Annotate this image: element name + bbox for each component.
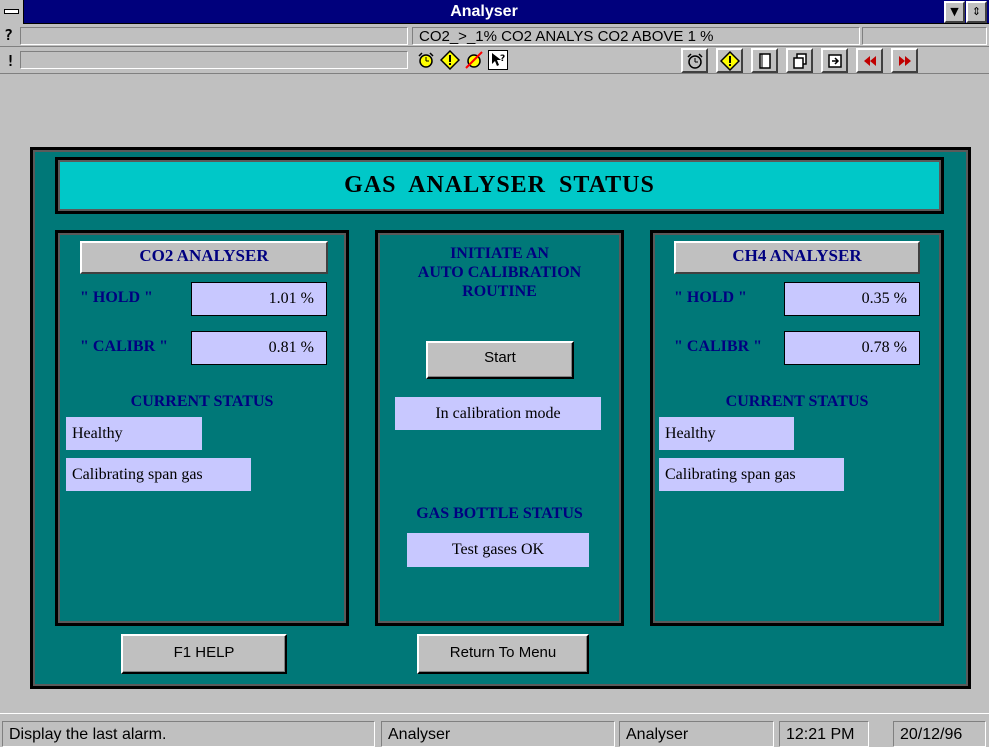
alarm-clock-button[interactable] [681,48,708,73]
fast-forward-icon [898,55,911,66]
window-title: Analyser [450,3,518,20]
ch4-hold-label: " HOLD " [674,289,747,306]
co2-calibr-label: " CALIBR " [80,338,168,355]
ch4-status-heading: CURRENT STATUS [725,393,869,410]
fast-forward-button[interactable] [891,48,918,73]
status-bar: Display the last alarm. Analyser Analyse… [0,713,989,747]
page-title: GAS ANALYSER STATUS [344,172,655,198]
co2-calibr-value: 0.81 % [191,331,327,365]
start-calibration-button[interactable]: Start [426,341,574,379]
alarm-clock-icon[interactable] [414,49,438,71]
f1-help-button[interactable]: F1 HELP [121,634,287,674]
alarm-row: ? CO2_>_1% CO2 ANALYS CO2 ABOVE 1 % [0,25,989,47]
title-bar: Analyser ▼ ⇕ [0,0,989,24]
gas-bottle-status: Test gases OK [407,533,589,567]
status-message: Display the last alarm. [2,721,375,747]
svg-text:?: ? [500,54,505,64]
co2-hold-label: " HOLD " [80,289,153,306]
system-menu-button[interactable] [0,0,24,24]
return-to-menu-button[interactable]: Return To Menu [417,634,589,674]
export-icon [827,53,842,68]
co2-status-calibrating: Calibrating span gas [66,458,251,491]
status-date: 20/12/96 [893,721,986,747]
alarm-off-icon[interactable] [462,49,486,71]
alarm-extra-field [862,27,987,45]
alarm-clock-icon [686,52,703,69]
ch4-status-healthy: Healthy [659,417,794,450]
co2-analyser-title: CO2 ANALYSER [80,241,328,274]
ch4-calibr-label: " CALIBR " [674,338,762,355]
copy-windows-button[interactable] [786,48,813,73]
rewind-button[interactable] [856,48,883,73]
question-icon: ? [4,26,14,44]
calibration-heading-line2: AUTO CALIBRATION [417,264,582,281]
warning-diamond-icon[interactable] [438,49,462,71]
warning-diamond-icon [719,50,740,71]
dropdown-arrow-icon: ▼ [950,5,959,18]
restore-button[interactable]: ⇕ [966,1,987,23]
rewind-icon [863,55,876,66]
ch4-status-calibrating: Calibrating span gas [659,458,844,491]
last-alarm-text: CO2_>_1% CO2 ANALYS CO2 ABOVE 1 % [412,27,860,45]
status-cell-app: Analyser [381,721,615,747]
copy-windows-icon [792,52,807,69]
status-cell-display: Analyser [619,721,774,747]
toolbar-row: ! ? [0,47,989,74]
co2-status-healthy: Healthy [66,417,202,450]
page-header: GAS ANALYSER STATUS [55,157,944,214]
message-field [20,51,408,69]
document-button[interactable] [751,48,778,73]
calibration-mode-text: In calibration mode [395,397,601,430]
co2-hold-value: 1.01 % [191,282,327,316]
ch4-analyser-title: CH4 ANALYSER [674,241,920,274]
help-pointer-icon[interactable]: ? [488,50,508,70]
calibration-heading: INITIATE AN AUTO CALIBRATION ROUTINE [375,244,624,301]
status-time: 12:21 PM [779,721,869,747]
co2-status-heading: CURRENT STATUS [130,393,274,410]
document-icon [758,52,771,69]
calibration-heading-line1: INITIATE AN [450,245,549,262]
restore-arrows-icon: ⇕ [971,5,982,18]
ch4-hold-value: 0.35 % [784,282,920,316]
system-menu-icon [4,9,19,14]
export-button[interactable] [821,48,848,73]
alarm-ack-field [20,27,408,45]
exclaim-icon: ! [6,52,16,70]
minimize-button[interactable]: ▼ [944,1,965,23]
gas-bottle-heading: GAS BOTTLE STATUS [416,505,583,522]
warning-button[interactable] [716,48,743,73]
ch4-calibr-value: 0.78 % [784,331,920,365]
calibration-heading-line3: ROUTINE [462,283,537,300]
